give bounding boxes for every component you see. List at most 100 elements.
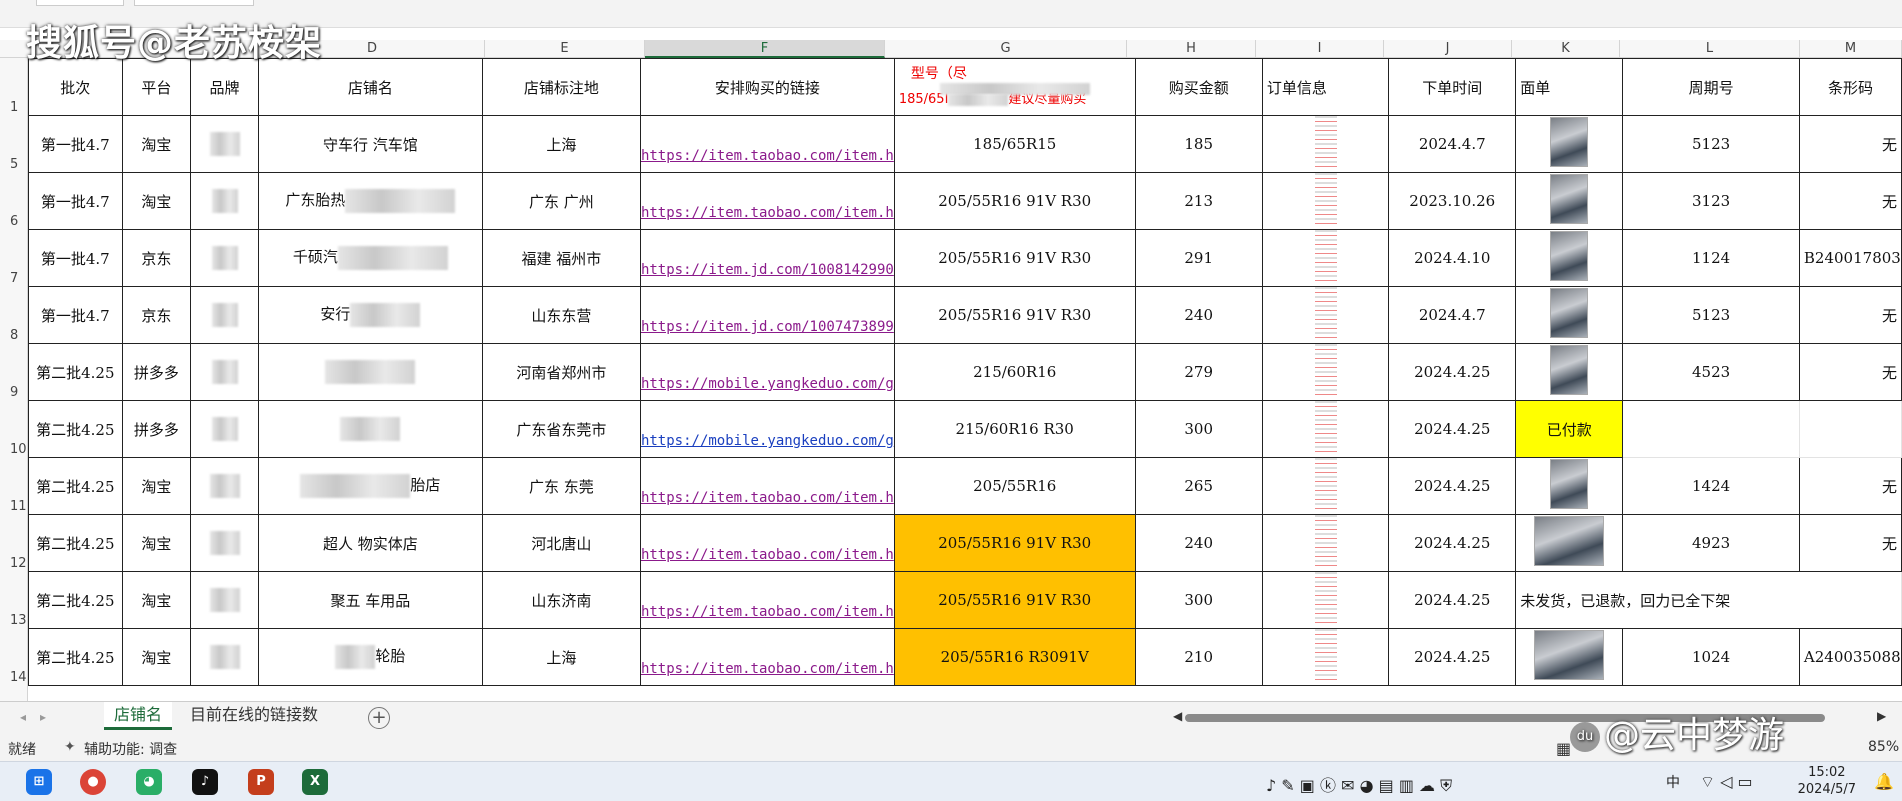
cell-batch[interactable]: 第二批4.25 bbox=[28, 400, 123, 458]
cell-link[interactable]: https://item.taobao.com/item.h bbox=[639, 115, 895, 173]
column-header-k[interactable]: K bbox=[1512, 40, 1620, 58]
cell-time[interactable]: 2024.4.10 bbox=[1388, 229, 1517, 287]
sheet-nav-arrows-icon[interactable]: ◂▸ bbox=[20, 710, 60, 724]
cell-week[interactable]: 1124 bbox=[1622, 229, 1800, 287]
ime-indicator[interactable]: 中 bbox=[1666, 772, 1680, 792]
zoom-level[interactable]: 85% bbox=[1868, 739, 1899, 755]
cell-barcode[interactable]: 无 bbox=[1798, 343, 1902, 401]
header-brand[interactable]: 品牌 bbox=[190, 58, 260, 116]
cell-brand[interactable] bbox=[190, 286, 260, 344]
accessibility-status[interactable]: 辅助功能: 调查 bbox=[84, 739, 177, 759]
cell-barcode[interactable]: A240035088 bbox=[1798, 628, 1902, 686]
cell-link[interactable]: https://item.jd.com/1008142990 bbox=[639, 229, 895, 287]
cell-barcode[interactable]: 无 bbox=[1798, 172, 1902, 230]
cell-amount[interactable]: 291 bbox=[1134, 229, 1263, 287]
row-number[interactable]: 14 bbox=[0, 670, 28, 685]
cell-sheet[interactable] bbox=[1515, 514, 1624, 572]
cell-brand[interactable] bbox=[190, 172, 260, 230]
cell-order[interactable] bbox=[1261, 400, 1390, 458]
column-header-h[interactable]: H bbox=[1127, 40, 1256, 58]
tiktok-icon[interactable]: ♪ bbox=[192, 769, 218, 795]
column-header-l[interactable]: L bbox=[1620, 40, 1800, 58]
cell-week[interactable] bbox=[1622, 400, 1800, 458]
cell-time[interactable]: 2023.10.26 bbox=[1388, 172, 1517, 230]
cell-sheet[interactable] bbox=[1515, 229, 1624, 287]
row-number[interactable]: 12 bbox=[0, 556, 28, 571]
waybill-photo-image[interactable] bbox=[1550, 174, 1589, 224]
clock[interactable]: 15:02 2024/5/7 bbox=[1798, 764, 1856, 798]
cell-location[interactable]: 河南省郑州市 bbox=[481, 343, 641, 401]
cell-barcode[interactable]: 无 bbox=[1798, 286, 1902, 344]
cell-time[interactable]: 2024.4.25 bbox=[1388, 343, 1517, 401]
cell-time[interactable]: 2024.4.25 bbox=[1388, 457, 1517, 515]
cell-week[interactable]: 5123 bbox=[1622, 286, 1800, 344]
cell-batch[interactable]: 第一批4.7 bbox=[28, 286, 123, 344]
order-screenshot-image[interactable] bbox=[1314, 230, 1337, 282]
row-number[interactable]: 13 bbox=[0, 613, 28, 628]
cell-brand[interactable] bbox=[190, 457, 260, 515]
order-screenshot-image[interactable] bbox=[1314, 629, 1337, 681]
column-header-i[interactable]: I bbox=[1256, 40, 1384, 58]
cell-week[interactable]: 4923 bbox=[1622, 514, 1800, 572]
cell-amount[interactable]: 213 bbox=[1134, 172, 1263, 230]
tray-icons[interactable]: ♪ ✎ ▣ ⓚ ✉ ◕ ▤ ▥ ☁ ⛨ bbox=[1266, 772, 1452, 796]
cell-link[interactable]: https://mobile.yangkeduo.com/g bbox=[639, 400, 895, 458]
windows-start-icon[interactable]: ⊞ bbox=[26, 769, 52, 795]
cell-link[interactable]: https://item.taobao.com/item.h bbox=[639, 571, 895, 629]
order-screenshot-image[interactable] bbox=[1314, 173, 1337, 225]
cell-link[interactable]: https://item.taobao.com/item.h bbox=[639, 628, 895, 686]
cell-location[interactable]: 广东 广州 bbox=[481, 172, 641, 230]
cell-batch[interactable]: 第二批4.25 bbox=[28, 514, 123, 572]
cell-amount[interactable]: 265 bbox=[1134, 457, 1263, 515]
waybill-photo-image[interactable] bbox=[1534, 630, 1605, 680]
row-number[interactable]: 7 bbox=[0, 271, 28, 286]
excel-icon[interactable]: X bbox=[302, 769, 328, 795]
cell-platform[interactable]: 淘宝 bbox=[121, 115, 192, 173]
cell-shop[interactable]: 安行 bbox=[258, 286, 483, 344]
cell-sheet[interactable] bbox=[1515, 457, 1624, 515]
waybill-photo-image[interactable] bbox=[1550, 117, 1589, 167]
cell-model[interactable]: 205/55R16 91V R30 bbox=[893, 172, 1136, 230]
cell-batch[interactable]: 第二批4.25 bbox=[28, 571, 123, 629]
notification-bell-icon[interactable]: 🔔 bbox=[1874, 772, 1894, 791]
header-barcode[interactable]: 条形码 bbox=[1798, 58, 1902, 116]
cell-amount[interactable]: 210 bbox=[1134, 628, 1263, 686]
cell-model[interactable]: 205/55R16 91V R30 bbox=[893, 571, 1136, 629]
header-sheet[interactable]: 面单 bbox=[1515, 58, 1624, 116]
cell-location[interactable]: 广东 东莞 bbox=[481, 457, 641, 515]
row-number[interactable]: 1 bbox=[0, 100, 28, 115]
cell-model[interactable]: 205/55R16 bbox=[893, 457, 1136, 515]
header-location[interactable]: 店铺标注地 bbox=[481, 58, 641, 116]
cell-batch[interactable]: 第一批4.7 bbox=[28, 172, 123, 230]
cell-week[interactable]: 5123 bbox=[1622, 115, 1800, 173]
cell-amount[interactable]: 185 bbox=[1134, 115, 1263, 173]
cell-brand[interactable] bbox=[190, 571, 260, 629]
cell-batch[interactable]: 第一批4.7 bbox=[28, 115, 123, 173]
cell-model[interactable]: 205/55R16 91V R30 bbox=[893, 514, 1136, 572]
cell-week[interactable]: 1424 bbox=[1622, 457, 1800, 515]
cell-time[interactable]: 2024.4.25 bbox=[1388, 514, 1517, 572]
waybill-photo-image[interactable] bbox=[1550, 345, 1589, 395]
cell-order[interactable] bbox=[1261, 172, 1390, 230]
header-shop[interactable]: 店铺名 bbox=[258, 58, 483, 116]
waybill-photo-image[interactable] bbox=[1550, 288, 1589, 338]
cell-barcode[interactable]: 无 bbox=[1798, 115, 1902, 173]
waybill-photo-image[interactable] bbox=[1534, 516, 1605, 566]
order-screenshot-image[interactable] bbox=[1314, 401, 1337, 453]
sheet-tab-links[interactable]: 目前在线的链接数 bbox=[180, 702, 328, 730]
cell-location[interactable]: 山东济南 bbox=[481, 571, 641, 629]
cell-location[interactable]: 上海 bbox=[481, 115, 641, 173]
cell-platform[interactable]: 拼多多 bbox=[121, 400, 192, 458]
order-screenshot-image[interactable] bbox=[1314, 287, 1337, 339]
column-header-j[interactable]: J bbox=[1384, 40, 1512, 58]
cell-batch[interactable]: 第二批4.25 bbox=[28, 628, 123, 686]
cell-location[interactable]: 山东东营 bbox=[481, 286, 641, 344]
cell-model[interactable]: 205/55R16 R3091V bbox=[893, 628, 1136, 686]
column-header-e[interactable]: E bbox=[485, 40, 645, 58]
cell-time[interactable]: 2024.4.25 bbox=[1388, 400, 1517, 458]
cell-model[interactable]: 215/60R16 R30 bbox=[893, 400, 1136, 458]
cell-brand[interactable] bbox=[190, 628, 260, 686]
toolbar-control[interactable] bbox=[134, 0, 254, 6]
order-screenshot-image[interactable] bbox=[1314, 116, 1337, 168]
toolbar-control[interactable] bbox=[36, 0, 124, 6]
